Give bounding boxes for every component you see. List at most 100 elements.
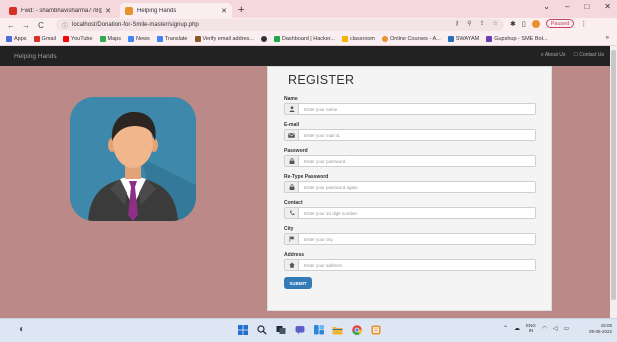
bookmark-online-courses[interactable]: Online Courses - A... <box>382 35 441 42</box>
home-icon <box>285 260 299 270</box>
swayam-icon <box>447 35 454 42</box>
language-indicator[interactable]: ENG IN <box>526 323 536 333</box>
back-button[interactable]: ← <box>7 21 15 30</box>
youtube-icon <box>62 35 69 42</box>
city-input[interactable] <box>299 234 535 244</box>
search-icon[interactable] <box>256 324 267 335</box>
courses-icon <box>382 35 389 42</box>
key-icon[interactable]: ⚷ <box>455 20 459 27</box>
avatar[interactable] <box>531 19 540 28</box>
cloud-icon[interactable]: ☁ <box>514 325 520 332</box>
retype-password-label: Re-Type Password <box>284 174 329 180</box>
site-brand[interactable]: Helping Hands <box>14 53 57 60</box>
github-icon <box>260 35 267 42</box>
translate-icon <box>156 35 163 42</box>
browser-tab-bar: Fwd: - shambhavisharma778@g ✕ Helping Ha… <box>0 0 617 18</box>
chat-icon[interactable] <box>294 324 305 335</box>
url-text: localhost/Donation-for-Smile-master/sign… <box>72 22 199 28</box>
bookmarks-bar: Apps Gmail YouTube Maps News Translate V… <box>0 32 617 46</box>
site-navbar: Helping Hands ≡ About Us ☐ Contact Us <box>0 46 610 66</box>
bookmark-github[interactable] <box>260 35 267 42</box>
bookmark-news[interactable]: News <box>128 35 150 42</box>
gmail-icon <box>33 35 40 42</box>
hackerrank-icon <box>273 35 280 42</box>
contact-input[interactable] <box>299 208 535 218</box>
tab-close-icon[interactable]: ✕ <box>105 7 111 15</box>
battery-icon[interactable]: ▭ <box>564 325 570 332</box>
profile-paused-badge[interactable]: Paused <box>545 19 575 28</box>
contact-label: Contact <box>284 200 303 206</box>
bookmark-gmail[interactable]: Gmail <box>33 35 56 42</box>
bookmark-translate[interactable]: Translate <box>156 35 188 42</box>
close-window-button[interactable]: ✕ <box>604 2 611 11</box>
name-input[interactable] <box>299 104 535 114</box>
phone-icon <box>285 208 299 218</box>
address-bar-row: ← → C ⓘ localhost/Donation-for-Smile-mas… <box>0 18 617 32</box>
bookmark-classroom[interactable]: classroom <box>341 35 375 42</box>
bookmark-hackerrank[interactable]: Dashboard | Hacker... <box>273 35 335 42</box>
sublime-text-icon[interactable] <box>370 324 381 335</box>
windows-start-icon[interactable] <box>237 324 248 335</box>
page-title: REGISTER <box>288 73 355 87</box>
site-favicon-icon <box>125 6 133 15</box>
taskbar-apps <box>237 324 381 335</box>
password-field-group <box>284 155 536 167</box>
bookmark-apps[interactable]: Apps <box>6 35 27 42</box>
taskbar-clock[interactable]: 15:05 09-05-2022 <box>589 323 612 335</box>
bookmark-gupshup[interactable]: Gupshup - SME Bot... <box>486 35 548 42</box>
extensions-icon[interactable]: ✱ <box>510 20 516 28</box>
star-icon[interactable]: ☆ <box>493 20 498 27</box>
restore-button[interactable]: □ <box>584 2 589 11</box>
chevron-up-icon[interactable]: ⌃ <box>503 325 508 332</box>
nav-contact-us[interactable]: ☐ Contact Us <box>573 52 604 58</box>
news-icon <box>128 35 134 42</box>
address-label: Address <box>284 252 305 258</box>
chrome-icon[interactable] <box>351 324 362 335</box>
scrollbar-thumb[interactable] <box>611 50 616 300</box>
wifi-icon[interactable]: ◠ <box>542 325 547 332</box>
weather-icon[interactable]: ◐ <box>19 324 25 335</box>
new-tab-button[interactable]: + <box>238 3 244 18</box>
forward-button[interactable]: → <box>22 21 30 30</box>
page-scrollbar[interactable] <box>610 46 617 318</box>
chevron-down-icon[interactable]: ⌄ <box>543 2 550 11</box>
widgets-icon[interactable] <box>313 324 324 335</box>
address-input[interactable] <box>299 260 535 270</box>
maps-icon <box>99 35 106 42</box>
volume-icon[interactable]: ◁ <box>553 325 558 332</box>
retype-password-input[interactable] <box>299 182 535 192</box>
nav-about-us[interactable]: ≡ About Us <box>541 52 566 58</box>
file-explorer-icon[interactable] <box>332 324 343 335</box>
envelope-icon <box>285 130 299 140</box>
bookmark-maps[interactable]: Maps <box>99 35 121 42</box>
url-bar[interactable]: ⓘ localhost/Donation-for-Smile-master/si… <box>56 19 504 31</box>
password-input[interactable] <box>299 156 535 166</box>
tab-helping-hands[interactable]: Helping Hands ✕ <box>120 3 232 18</box>
info-icon[interactable]: ⓘ <box>62 21 68 30</box>
bookmark-verify-email[interactable]: Verify email addres... <box>194 35 254 42</box>
list-icon: ≡ <box>540 52 544 58</box>
bookmark-swayam[interactable]: SWAYAM <box>447 35 479 42</box>
bookmark-youtube[interactable]: YouTube <box>62 35 93 42</box>
menu-icon[interactable]: ⋮ <box>580 20 587 28</box>
window-controls: ⌄ – □ ✕ <box>543 2 611 11</box>
city-label: City <box>284 226 294 232</box>
address-field-group <box>284 259 536 271</box>
retype-password-field-group <box>284 181 536 193</box>
zoom-icon[interactable]: ⚲ <box>467 20 471 27</box>
tab-title: Fwd: - shambhavisharma778@g <box>21 7 103 14</box>
tab-gmail[interactable]: Fwd: - shambhavisharma778@g ✕ <box>4 3 116 18</box>
sidebar-icon[interactable]: ▯ <box>522 20 526 28</box>
submit-button[interactable]: SUBMIT <box>284 277 312 289</box>
share-icon[interactable]: ⇪ <box>480 20 485 27</box>
flag-icon <box>285 234 299 244</box>
gmail-favicon-icon <box>9 6 17 15</box>
task-view-icon[interactable] <box>275 324 286 335</box>
email-label: E-mail <box>284 122 300 128</box>
minimize-button[interactable]: – <box>565 2 569 11</box>
email-input[interactable] <box>299 130 535 140</box>
bookmarks-overflow-button[interactable]: » <box>606 35 609 41</box>
reload-button[interactable]: C <box>37 21 45 30</box>
lock-icon <box>285 182 299 192</box>
tab-close-icon[interactable]: ✕ <box>221 7 227 15</box>
